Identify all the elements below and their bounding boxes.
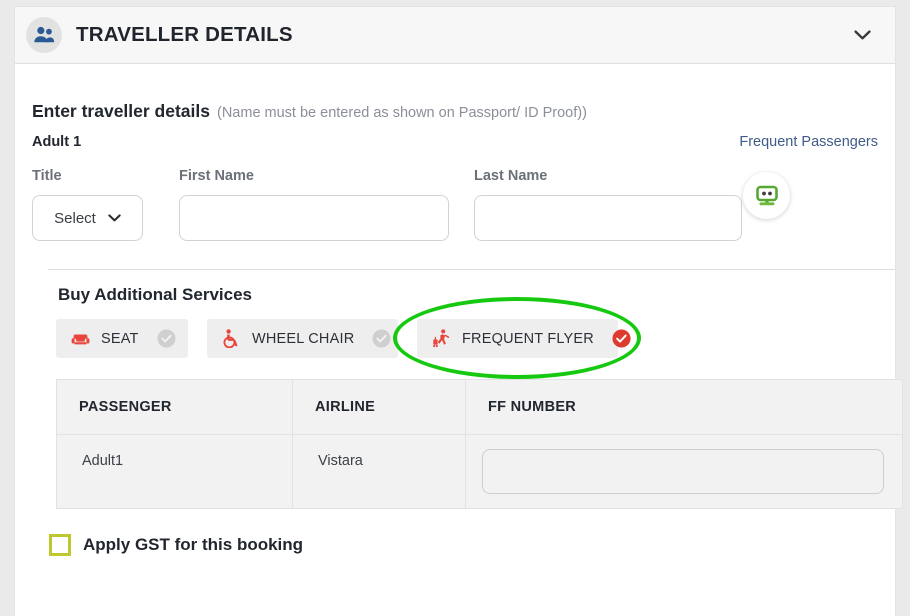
- gst-row[interactable]: Apply GST for this booking: [49, 534, 878, 556]
- chevron-down-icon[interactable]: [847, 20, 877, 50]
- adult-label: Adult 1: [32, 134, 82, 150]
- traveller-fields-row: Title Select First Name Last Name: [32, 168, 878, 241]
- service-chip-wheel-chair[interactable]: WHEEL CHAIR: [207, 319, 398, 358]
- frequent-passengers-link[interactable]: Frequent Passengers: [739, 134, 878, 150]
- service-chip-seat[interactable]: SEAT: [56, 319, 188, 358]
- service-chip-label: WHEEL CHAIR: [252, 330, 355, 347]
- adult-row: Adult 1 Frequent Passengers: [32, 134, 878, 150]
- section-note: (Name must be entered as shown on Passpo…: [217, 105, 587, 121]
- robot-assistant-icon[interactable]: [743, 172, 790, 219]
- column-header-ff-number: FF NUMBER: [465, 379, 903, 435]
- first-name-label: First Name: [179, 168, 254, 184]
- first-name-input[interactable]: [179, 195, 449, 241]
- title-field: Title Select: [32, 168, 143, 241]
- table-header-row: PASSENGER AIRLINE FF NUMBER: [56, 379, 903, 435]
- service-chip-frequent-flyer[interactable]: FREQUENT FLYER: [393, 297, 641, 379]
- card-header[interactable]: TRAVELLER DETAILS: [15, 7, 895, 64]
- chip-check-selected-icon: [612, 329, 631, 348]
- last-name-field: Last Name: [474, 168, 742, 241]
- title-select-value: Select: [54, 209, 96, 227]
- gst-label: Apply GST for this booking: [83, 535, 304, 554]
- column-header-passenger: PASSENGER: [56, 379, 293, 435]
- section-divider: [48, 269, 895, 270]
- frequent-flyer-table: PASSENGER AIRLINE FF NUMBER Adult1 Vista…: [56, 379, 903, 509]
- frequent-flyer-icon: [431, 329, 451, 348]
- service-chip-label: FREQUENT FLYER: [462, 330, 594, 347]
- seat-icon: [70, 331, 90, 347]
- cell-passenger: Adult1: [56, 434, 293, 509]
- services-chips-row: SEAT WHEEL CHAIR FREQUENT FLYER: [56, 297, 878, 379]
- table-row: Adult1 Vistara: [56, 434, 903, 509]
- section-heading: Enter traveller details: [32, 101, 210, 121]
- traveller-details-card: TRAVELLER DETAILS Enter traveller detail…: [14, 6, 903, 616]
- card-body: Enter traveller details (Name must be en…: [15, 101, 903, 556]
- title-label: Title: [32, 168, 62, 184]
- wheelchair-icon: [221, 329, 241, 348]
- chip-check-icon: [372, 329, 391, 348]
- services-title: Buy Additional Services: [58, 285, 252, 304]
- gst-checkbox[interactable]: [49, 534, 71, 556]
- page-title: TRAVELLER DETAILS: [76, 23, 293, 46]
- section-heading-row: Enter traveller details (Name must be en…: [32, 101, 878, 122]
- cell-airline: Vistara: [292, 434, 466, 509]
- people-icon: [26, 17, 62, 53]
- chevron-down-icon: [108, 210, 121, 227]
- first-name-field: First Name: [179, 168, 449, 241]
- title-select[interactable]: Select: [32, 195, 143, 241]
- last-name-input[interactable]: [474, 195, 742, 241]
- chip-check-icon: [157, 329, 176, 348]
- page-root: TRAVELLER DETAILS Enter traveller detail…: [0, 0, 910, 616]
- cell-ff-number: [465, 434, 903, 509]
- last-name-label: Last Name: [474, 168, 548, 184]
- service-chip-label: SEAT: [101, 330, 139, 347]
- ff-number-input[interactable]: [482, 449, 884, 494]
- column-header-airline: AIRLINE: [292, 379, 466, 435]
